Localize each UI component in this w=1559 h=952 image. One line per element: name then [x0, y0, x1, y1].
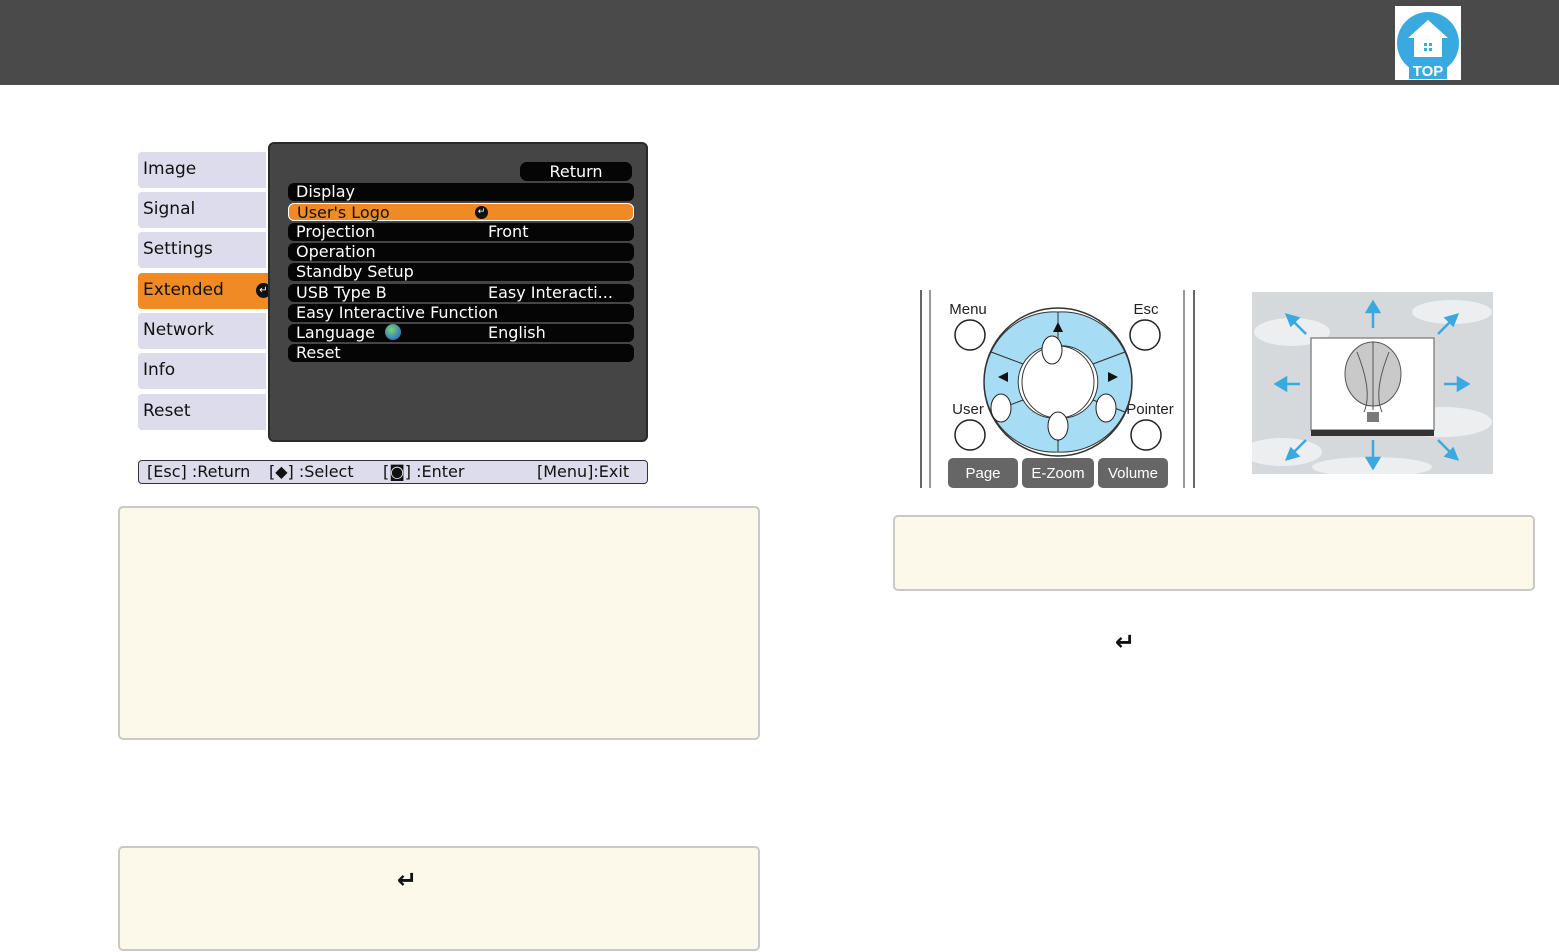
tab-extended[interactable]: Extended ↵ [138, 273, 277, 309]
remote-control-illustration: Menu Esc User Pointer Page E-Zoom Volume [918, 290, 1198, 488]
enter-icon: ↵ [397, 866, 418, 894]
note-box: ↵ [118, 846, 760, 951]
menu-item-display[interactable]: Display [288, 183, 634, 201]
menu-item-usb-type-b[interactable]: USB Type B Easy Interacti... [288, 284, 634, 302]
menu-item-standby-setup[interactable]: Standby Setup [288, 263, 634, 281]
enter-icon: ↵ [475, 206, 488, 219]
footer-enter-hint: [◙] :Enter [383, 462, 465, 481]
tab-signal[interactable]: Signal [138, 192, 266, 228]
tab-network[interactable]: Network [138, 313, 266, 349]
svg-text:Esc: Esc [1133, 301, 1159, 318]
logo-area-illustration [1242, 292, 1493, 477]
tab-image[interactable]: Image [138, 152, 266, 188]
return-button[interactable]: Return [520, 162, 632, 181]
note-box [118, 506, 760, 740]
enter-icon: ↵ [1115, 628, 1136, 656]
svg-text:E-Zoom: E-Zoom [1031, 465, 1084, 482]
svg-text:Pointer: Pointer [1126, 401, 1174, 418]
tab-info[interactable]: Info [138, 353, 266, 389]
svg-text:User: User [952, 401, 984, 418]
menu-item-users-logo[interactable]: User's Logo ↵ [288, 203, 634, 222]
menu-footer: [Esc] :Return [◆] :Select [◙] :Enter [Me… [138, 460, 648, 484]
svg-text:Menu: Menu [949, 301, 987, 318]
menu-item-operation[interactable]: Operation [288, 243, 634, 261]
menu-panel: Return Display User's Logo ↵ Projection Fr… [268, 142, 648, 442]
menu-item-language[interactable]: Language English [288, 324, 634, 342]
menu-item-easy-interactive-function[interactable]: Easy Interactive Function [288, 304, 634, 322]
menu-item-projection[interactable]: Projection Front [288, 223, 634, 241]
footer-menu-hint: [Menu]:Exit [537, 462, 630, 481]
tab-settings[interactable]: Settings [138, 232, 266, 268]
tab-reset[interactable]: Reset [138, 394, 266, 430]
top-home-icon[interactable]: TOP [1395, 6, 1461, 80]
svg-text:TOP: TOP [1413, 63, 1444, 80]
projector-menu: Image Signal Settings Extended ↵ Network … [138, 142, 650, 487]
menu-item-reset[interactable]: Reset [288, 344, 634, 362]
header-bar [0, 0, 1559, 85]
globe-icon [384, 324, 401, 340]
footer-esc-hint: [Esc] :Return [147, 462, 251, 481]
svg-text:Page: Page [965, 465, 1000, 482]
footer-select-hint: [◆] :Select [269, 462, 354, 481]
svg-text:Volume: Volume [1108, 465, 1158, 482]
note-box [893, 515, 1535, 591]
